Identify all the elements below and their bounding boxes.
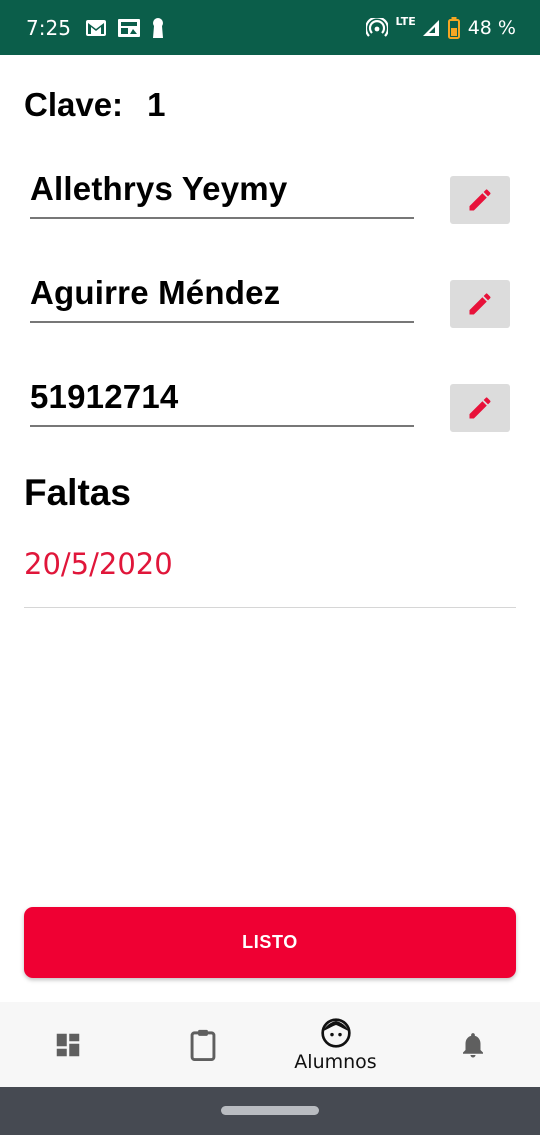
dashboard-icon — [56, 1033, 79, 1056]
absences-title: Faltas — [24, 472, 131, 513]
bell-icon — [462, 1032, 483, 1057]
bottom-nav: Alumnos — [0, 1002, 540, 1087]
first-name-field[interactable]: Allethrys Yeymy — [30, 170, 287, 208]
battery-icon — [447, 16, 460, 39]
edit-phone-button[interactable] — [450, 384, 510, 432]
network-type: LTE — [395, 15, 416, 28]
nav-label-alumnos: Alumnos — [294, 1050, 377, 1073]
phone-underline — [30, 425, 414, 427]
hotspot-icon — [365, 17, 388, 37]
first-name-underline — [30, 217, 414, 219]
clave-label: Clave: — [24, 86, 124, 123]
notification-icons — [85, 17, 165, 39]
phone-field[interactable]: 51912714 — [30, 378, 178, 416]
clave-row: Clave: 1 — [24, 86, 165, 124]
pencil-icon — [469, 397, 491, 419]
system-nav-bar — [0, 1087, 540, 1135]
phone-row: 51912714 — [30, 378, 510, 438]
clave-value: 1 — [147, 86, 166, 123]
edit-last-name-button[interactable] — [450, 280, 510, 328]
last-name-field[interactable]: Aguirre Méndez — [30, 274, 280, 312]
status-right: LTE 48 % — [365, 15, 516, 39]
pencil-icon — [469, 189, 491, 211]
first-name-row: Allethrys Yeymy — [30, 170, 510, 230]
done-button[interactable]: LISTO — [24, 907, 516, 978]
student-face-icon — [320, 1017, 351, 1048]
news-icon — [117, 18, 140, 37]
nav-item-alumnos[interactable]: Alumnos — [268, 1002, 403, 1087]
nav-item-notifications[interactable] — [405, 1002, 540, 1087]
last-name-row: Aguirre Méndez — [30, 274, 510, 334]
nav-item-dashboard[interactable] — [0, 1002, 135, 1087]
absence-date[interactable]: 20/5/2020 — [24, 547, 173, 581]
pencil-icon — [469, 293, 491, 315]
edit-first-name-button[interactable] — [450, 176, 510, 224]
nav-item-clipboard[interactable] — [135, 1002, 270, 1087]
status-bar: 7:25 LTE 48 % — [0, 0, 540, 55]
clipboard-icon — [190, 1029, 215, 1061]
keyhole-icon — [152, 17, 163, 38]
home-gesture-pill[interactable] — [221, 1106, 319, 1115]
status-time: 7:25 — [26, 15, 71, 40]
gmail-icon — [85, 19, 106, 36]
absence-divider — [24, 607, 516, 608]
battery-percent: 48 % — [467, 16, 516, 39]
signal-icon — [422, 19, 439, 36]
last-name-underline — [30, 321, 414, 323]
